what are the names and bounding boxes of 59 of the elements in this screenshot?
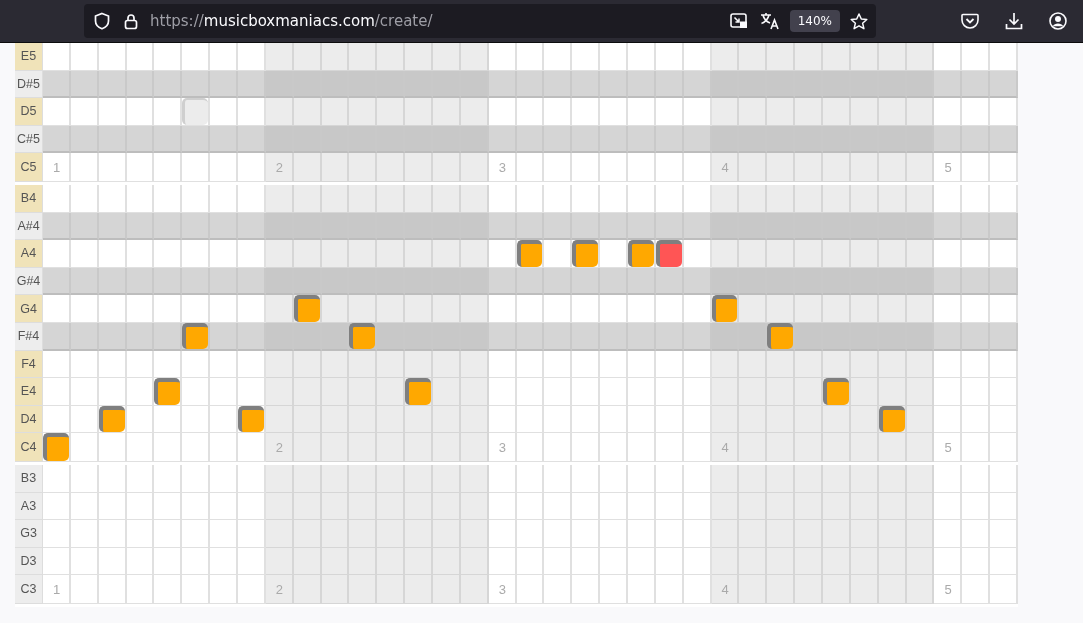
zoom-level-button[interactable]: 140%	[789, 10, 840, 32]
note-label: F4	[15, 350, 43, 379]
note-label: G4	[15, 295, 43, 323]
grid-cell[interactable]: 5	[934, 575, 963, 604]
grid-cell[interactable]: 3	[488, 153, 517, 182]
beat-number: 2	[275, 159, 284, 175]
grid-cell[interactable]: 5	[934, 153, 963, 182]
beat-number: 4	[721, 439, 729, 455]
url-text[interactable]: https://musicboxmaniacs.com/create/	[150, 12, 730, 30]
picture-in-picture-icon[interactable]	[729, 13, 748, 29]
note-label: E5	[15, 43, 43, 71]
beat-number: 3	[498, 581, 506, 597]
note-label: A4	[15, 240, 43, 268]
lock-icon[interactable]	[124, 12, 138, 30]
pocket-icon[interactable]	[961, 13, 979, 29]
beat-number: 3	[498, 159, 506, 175]
beat-number: 2	[275, 581, 284, 597]
beat-number: 4	[721, 581, 729, 597]
note-label: B3	[15, 464, 43, 493]
grid-cell[interactable]: 2	[265, 575, 294, 604]
shield-icon[interactable]	[94, 12, 110, 30]
beat-number: 4	[721, 159, 729, 175]
address-bar[interactable]: https://musicboxmaniacs.com/create/ 140%	[84, 4, 876, 38]
note-label: D3	[15, 547, 43, 576]
star-icon[interactable]	[850, 12, 868, 30]
note-label: F#4	[15, 322, 43, 351]
grid-cell[interactable]: 4	[711, 575, 740, 604]
beat-number: 1	[53, 581, 61, 597]
note-label: C5	[15, 153, 43, 182]
note-label: D4	[15, 405, 43, 434]
note-label: E4	[15, 378, 43, 406]
translate-icon[interactable]	[759, 12, 780, 30]
note-label: A#4	[15, 212, 43, 241]
beat-number: 3	[498, 439, 506, 455]
note-label: C4	[15, 433, 43, 462]
grid-cell[interactable]: 2	[265, 153, 294, 182]
note-label: C#5	[15, 125, 43, 154]
account-icon[interactable]	[1049, 12, 1067, 30]
grid-cell[interactable]: 1	[43, 153, 71, 182]
download-icon[interactable]	[1005, 12, 1023, 30]
note-label: C3	[15, 575, 43, 604]
grid-cell[interactable]: 1	[43, 575, 71, 604]
beat-number: 1	[53, 159, 61, 175]
beat-number: 2	[275, 439, 284, 455]
grid-cell[interactable]: 2	[265, 433, 294, 462]
grid-cell[interactable]: 4	[711, 433, 740, 462]
note-label: G#4	[15, 267, 43, 296]
beat-number: 5	[944, 159, 952, 175]
grid-cell[interactable]: 5	[934, 433, 963, 462]
note-label: D5	[15, 98, 43, 126]
note-label: B4	[15, 184, 43, 213]
note-label: A3	[15, 492, 43, 521]
grid-cell[interactable]: 3	[488, 575, 517, 604]
grid-cell[interactable]: 3	[488, 433, 517, 462]
beat-number: 5	[944, 581, 952, 597]
grid-cell[interactable]: 4	[711, 153, 740, 182]
note-label: G3	[15, 520, 43, 548]
note-label: D#5	[15, 70, 43, 99]
beat-number: 5	[944, 439, 952, 455]
